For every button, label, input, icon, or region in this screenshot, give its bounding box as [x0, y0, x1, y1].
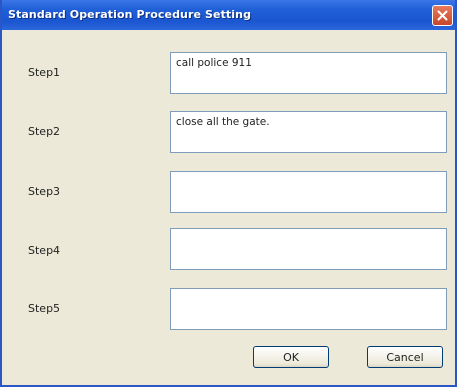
close-button[interactable] [432, 5, 453, 26]
step4-field[interactable] [170, 228, 447, 270]
ok-button[interactable]: OK [253, 346, 329, 368]
step3-label: Step3 [28, 185, 61, 198]
window-title: Standard Operation Procedure Setting [8, 8, 252, 21]
cancel-button[interactable]: Cancel [367, 346, 443, 368]
sop-setting-dialog: Standard Operation Procedure Setting Ste… [0, 0, 457, 387]
close-icon [437, 10, 448, 21]
step1-label: Step1 [28, 66, 61, 79]
step1-field[interactable] [170, 52, 447, 94]
title-bar[interactable]: Standard Operation Procedure Setting [2, 0, 455, 30]
step5-label: Step5 [28, 302, 61, 315]
step2-field[interactable] [170, 111, 447, 153]
step5-field[interactable] [170, 288, 447, 330]
step4-label: Step4 [28, 244, 61, 257]
step2-label: Step2 [28, 125, 61, 138]
step3-field[interactable] [170, 171, 447, 213]
